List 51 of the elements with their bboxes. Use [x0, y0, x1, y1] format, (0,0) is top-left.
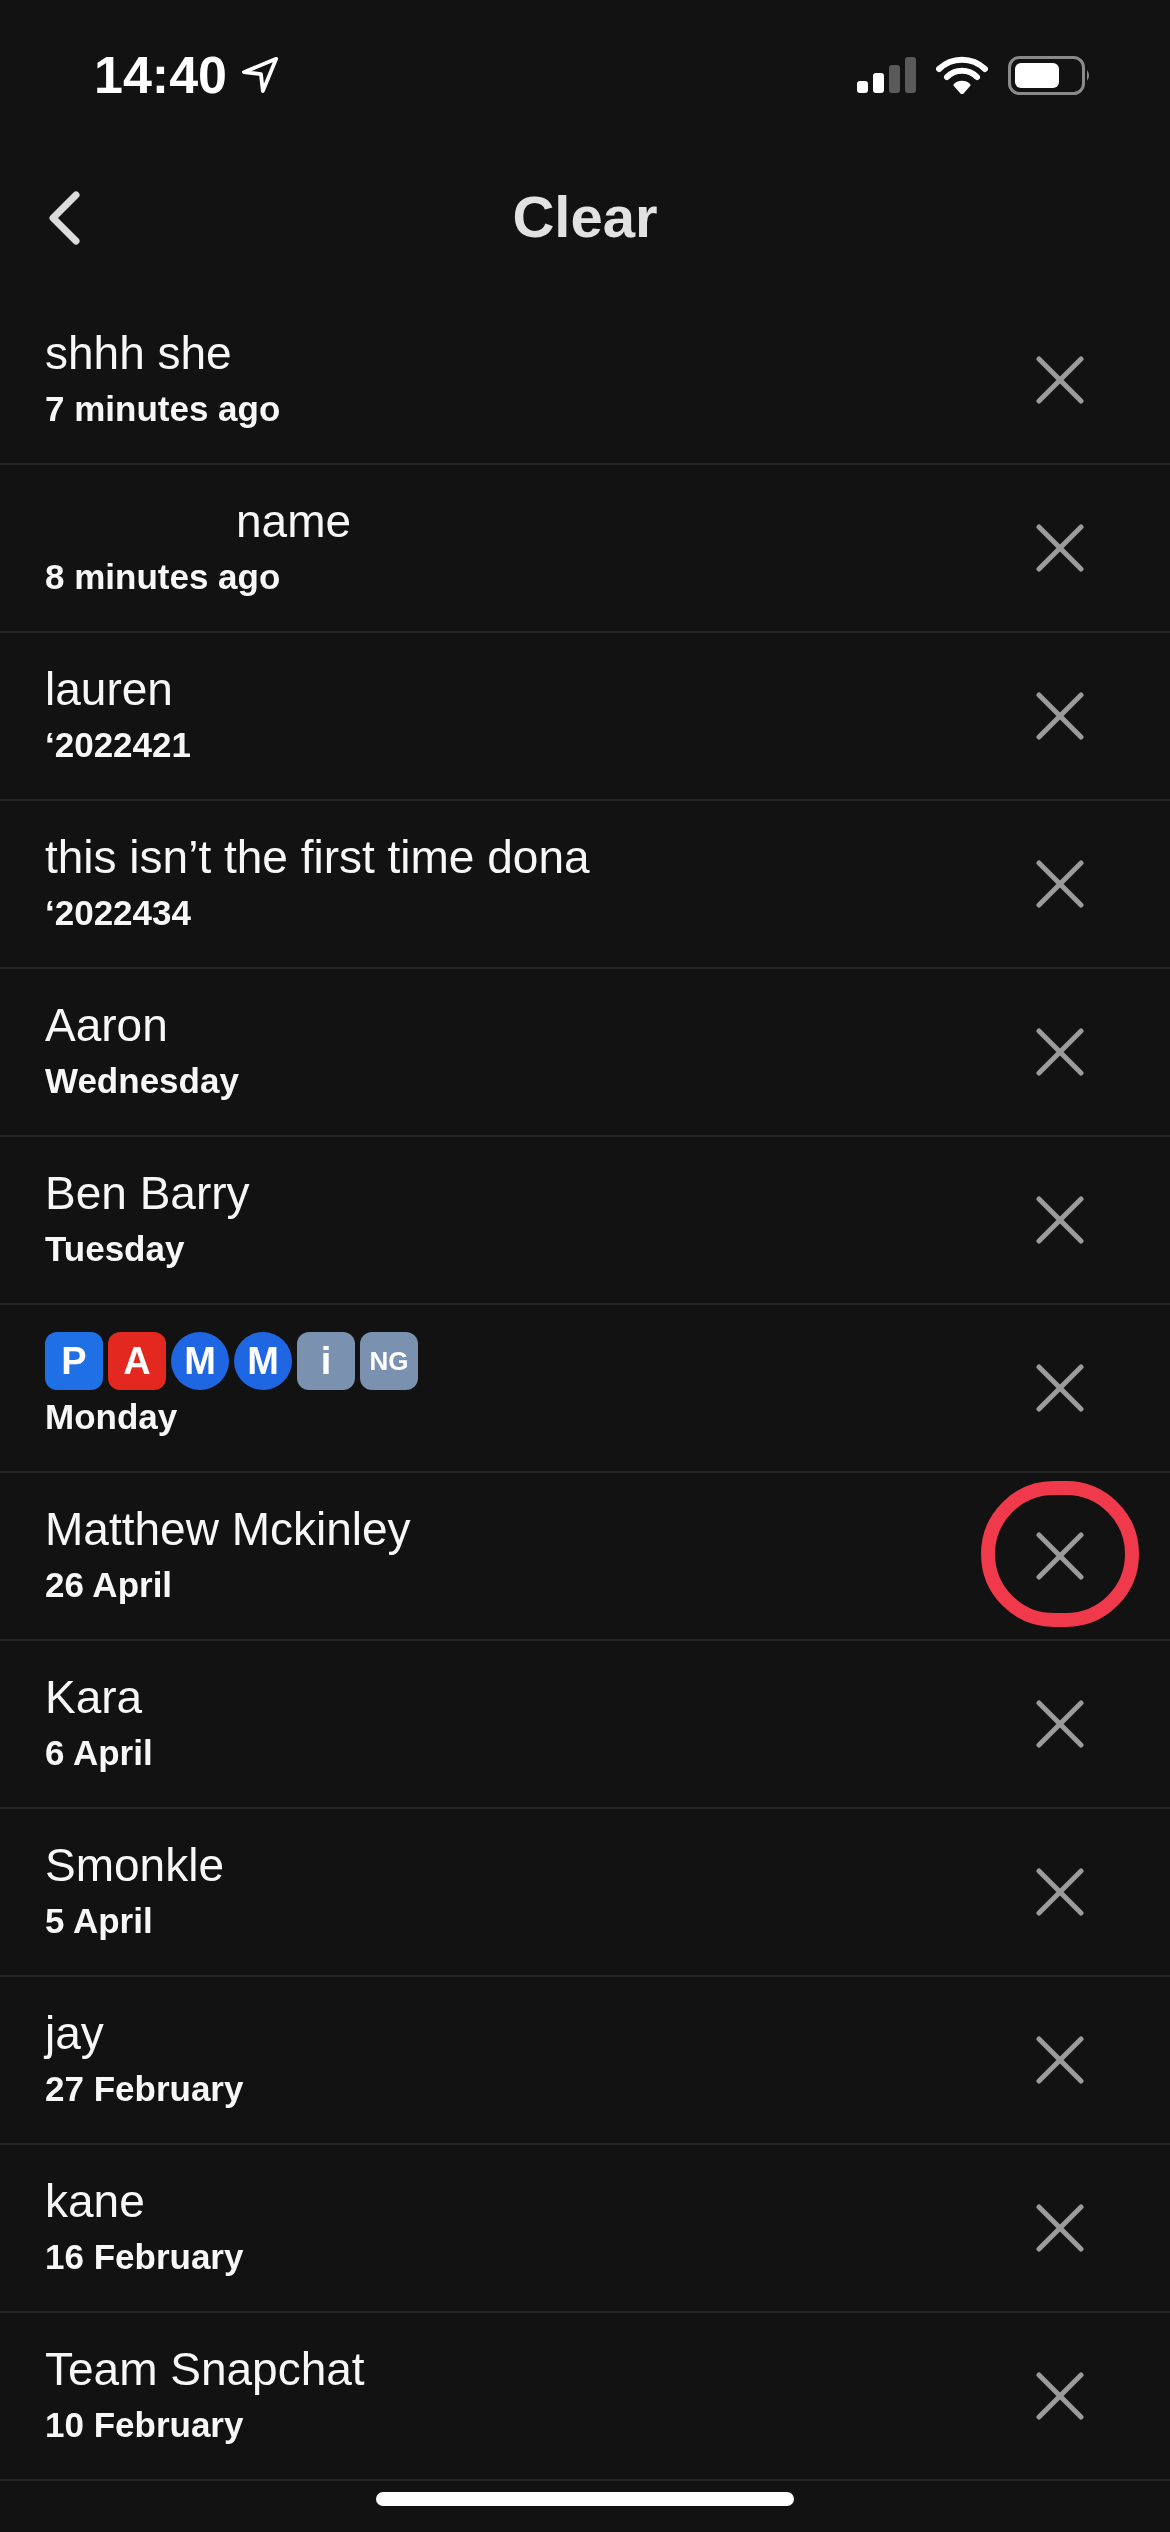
- close-icon: [1036, 2204, 1084, 2252]
- location-arrow-icon: [241, 56, 279, 94]
- timestamp: Tuesday: [45, 1228, 186, 1270]
- contact-name: lauren: [45, 662, 173, 717]
- close-icon: [1036, 1700, 1084, 1748]
- close-icon: [1036, 1532, 1084, 1580]
- letter-emoji: M: [171, 1332, 229, 1390]
- timestamp: 8 minutes ago: [45, 556, 282, 598]
- contact-name: name: [236, 494, 352, 549]
- contact-name: kane: [45, 2174, 145, 2229]
- close-icon: [1036, 1196, 1084, 1244]
- timestamp: Monday: [45, 1396, 179, 1438]
- contact-name: Ben Barry: [45, 1166, 250, 1221]
- contact-name: shhh she: [45, 326, 232, 381]
- timestamp: 5 April: [45, 1900, 154, 1942]
- contact-name: Matthew Mckinley: [45, 1502, 411, 1557]
- timestamp: 27 February: [45, 2068, 245, 2110]
- timestamp: Wednesday: [45, 1060, 240, 1102]
- signal-icon: [857, 57, 916, 93]
- timestamp: 7 minutes ago: [45, 388, 282, 430]
- close-icon: [1036, 1028, 1084, 1076]
- close-icon: [1036, 2372, 1084, 2420]
- close-icon: [1036, 692, 1084, 740]
- contact-name: jay: [45, 2006, 104, 2061]
- contact-name: Aaron: [45, 998, 168, 1053]
- contact-name: Team Snapchat: [45, 2342, 365, 2397]
- wifi-icon: [936, 56, 988, 94]
- timestamp: 16 February: [45, 2236, 245, 2278]
- letter-emoji: M: [234, 1332, 292, 1390]
- contact-name: Kara: [45, 1670, 143, 1725]
- page-title: Clear: [512, 187, 658, 246]
- close-icon: [1036, 524, 1084, 572]
- close-icon: [1036, 356, 1084, 404]
- contact-name: Smonkle: [45, 1838, 224, 1893]
- battery-icon: [1008, 55, 1091, 95]
- close-icon: [1036, 2036, 1084, 2084]
- close-icon: [1036, 1868, 1084, 1916]
- close-icon: [1036, 1364, 1084, 1412]
- back-chevron-icon: [47, 191, 81, 245]
- close-icon: [1036, 860, 1084, 908]
- timestamp: 26 April: [45, 1564, 174, 1606]
- timestamp: 6 April: [45, 1732, 154, 1774]
- status-time: 14:40: [94, 49, 227, 101]
- letter-emoji: P: [45, 1332, 103, 1390]
- timestamp: ‘2022421: [45, 724, 192, 766]
- contact-name: this isn’t the first time dona: [45, 830, 590, 885]
- timestamp: 10 February: [45, 2404, 245, 2446]
- letter-emoji: i: [297, 1332, 355, 1390]
- letter-emoji: A: [108, 1332, 166, 1390]
- letter-emoji: NG: [360, 1332, 418, 1390]
- timestamp: ‘2022434: [45, 892, 192, 934]
